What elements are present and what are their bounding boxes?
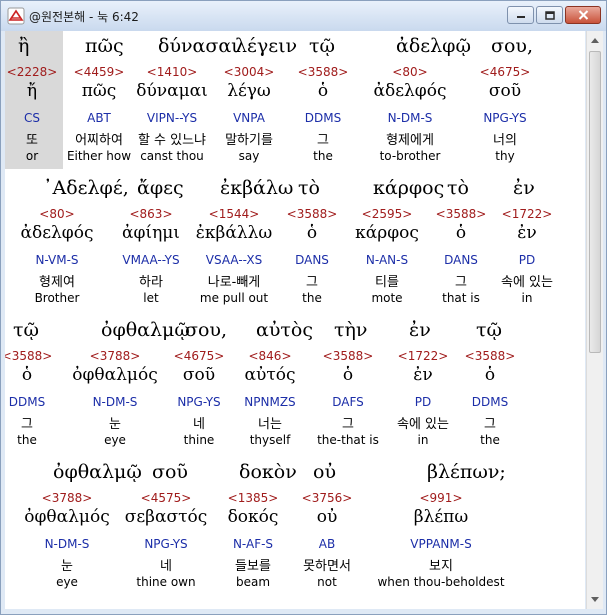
close-icon [578,10,588,20]
english-gloss: thy [495,149,515,163]
strong-number: <991> [419,491,463,505]
korean-gloss: 보지 [429,559,453,574]
korean-gloss: 너의 [493,133,517,148]
interlinear-view[interactable]: ἢ <2228> ἤ CS 또 or πῶς <4459> πῶς ABT 어찌하여 Either h… [5,31,585,609]
parsing-code: PD [518,253,536,267]
lexical-form: ὁ [484,365,496,385]
korean-gloss: 속에 있는 [501,275,553,290]
lexical-form: ἐν [517,223,537,243]
lexical-form: βλέπω [413,507,469,527]
english-gloss: the [480,433,500,447]
strong-number: <4675> [479,65,531,79]
title-bar[interactable]: @원전본해 - 눅 6:42 [1,1,606,31]
minimize-button[interactable] [507,6,534,24]
strong-number: <1722> [501,207,553,221]
greek-word: βλέπων; [427,461,506,483]
greek-word: ἐν [513,177,535,199]
arrow-down-icon [591,597,599,602]
english-gloss: in [521,291,533,305]
scroll-up-button[interactable] [588,33,602,47]
window-title: @원전본해 - 눅 6:42 [29,10,139,24]
app-logo-icon [7,7,25,25]
vertical-scrollbar[interactable] [586,31,603,609]
korean-gloss: 그 [484,417,496,432]
lexical-form: σοῦ [488,81,522,101]
parsing-code: NPG-YS [483,111,527,125]
minimize-icon [516,16,525,18]
maximize-icon [544,10,555,20]
scrollbar-thumb[interactable] [589,51,601,353]
greek-word: σου, [491,35,533,57]
arrow-up-icon [591,38,599,43]
strong-number: <3588> [464,349,516,363]
greek-word: τῷ [476,319,503,341]
app-window: @원전본해 - 눅 6:42 ἢ <2228> ἤ CS 또 or πῶς <4459> πῶς… [0,0,607,615]
parsing-code: VPPANM-S [410,537,472,551]
close-button[interactable] [565,6,601,24]
english-gloss: when thou-beholdest [377,575,505,589]
scroll-down-button[interactable] [588,593,602,607]
maximize-button[interactable] [536,6,563,24]
parsing-code: DDMS [471,395,509,409]
